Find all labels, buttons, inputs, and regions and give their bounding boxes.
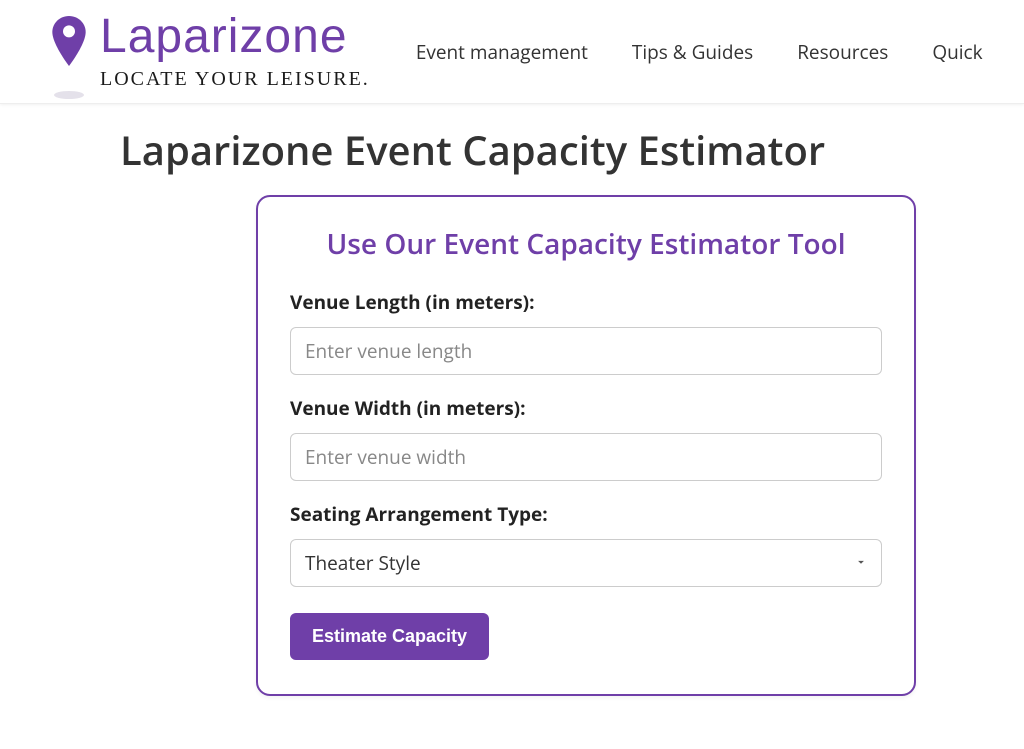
estimate-capacity-button[interactable]: Estimate Capacity [290,613,489,660]
arrangement-label: Seating Arrangement Type: [290,501,882,527]
page-main: Laparizone Event Capacity Estimator Use … [0,104,1024,696]
nav-item-event-management[interactable]: Event management [416,39,588,65]
brand-name: Laparizone [100,12,370,62]
card-title: Use Our Event Capacity Estimator Tool [290,225,882,263]
brand-tagline: LOCATE YOUR LEISURE. [100,68,370,91]
field-venue-width: Venue Width (in meters): [290,395,882,481]
site-header: Laparizone LOCATE YOUR LEISURE. Event ma… [0,0,1024,104]
brand-logo[interactable]: Laparizone LOCATE YOUR LEISURE. [48,12,370,91]
page-title: Laparizone Event Capacity Estimator [120,122,1024,177]
map-pin-icon [48,16,90,74]
venue-width-input[interactable] [290,433,882,481]
nav-item-resources[interactable]: Resources [797,39,888,65]
field-seating-arrangement: Seating Arrangement Type: Theater Style [290,501,882,587]
top-nav: Event management Tips & Guides Resources… [416,39,983,65]
arrangement-select[interactable]: Theater Style [290,539,882,587]
length-label: Venue Length (in meters): [290,289,882,315]
field-venue-length: Venue Length (in meters): [290,289,882,375]
venue-length-input[interactable] [290,327,882,375]
nav-item-tips-guides[interactable]: Tips & Guides [632,39,753,65]
width-label: Venue Width (in meters): [290,395,882,421]
nav-item-quick[interactable]: Quick [932,39,982,65]
estimator-card: Use Our Event Capacity Estimator Tool Ve… [256,195,916,696]
